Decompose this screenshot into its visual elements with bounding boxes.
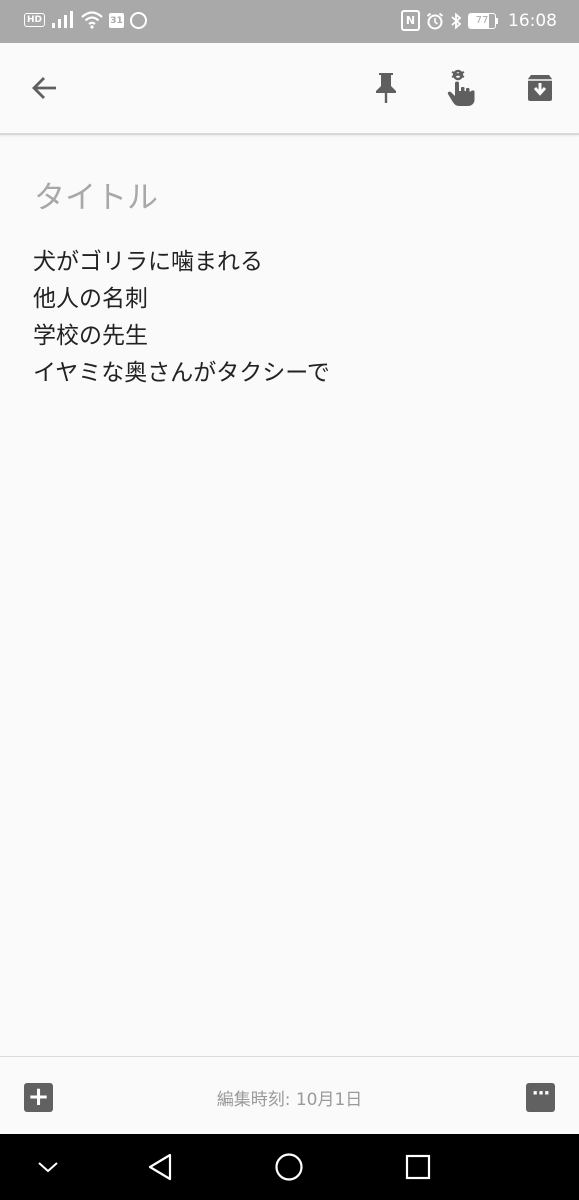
battery-icon: 77 xyxy=(468,12,498,29)
note-bottom-bar: + 編集時刻: 10月1日 ··· xyxy=(0,1056,579,1135)
status-time: 16:08 xyxy=(508,10,557,31)
back-button[interactable] xyxy=(22,65,68,111)
nav-home-button[interactable] xyxy=(271,1149,307,1185)
calendar-icon: 31 xyxy=(109,12,125,28)
wifi-icon xyxy=(81,11,103,29)
note-line: 学校の先生 xyxy=(33,323,148,349)
chevron-down-icon xyxy=(38,1162,58,1173)
bluetooth-icon xyxy=(451,12,462,29)
status-left-icons: HD 31 xyxy=(24,11,148,29)
more-options-button[interactable]: ··· xyxy=(526,1083,555,1112)
note-title-field[interactable]: タイトル xyxy=(34,172,158,217)
nav-back-button[interactable] xyxy=(142,1149,178,1185)
battery-level: 77 xyxy=(475,14,489,26)
note-body-field[interactable]: 犬がゴリラに噛まれる 他人の名刺 学校の先生 イヤミな奥さんがタクシーで xyxy=(33,244,330,392)
archive-icon xyxy=(528,75,552,101)
reminder-hand-icon xyxy=(447,69,475,106)
status-bar: HD 31 N 77 16:08 xyxy=(0,0,579,43)
system-nav-bar xyxy=(0,1134,579,1200)
edited-timestamp: 編集時刻: 10月1日 xyxy=(216,1090,363,1110)
archive-button[interactable] xyxy=(517,65,563,111)
note-line: 犬がゴリラに噛まれる xyxy=(33,249,263,275)
note-line: イヤミな奥さんがタクシーで xyxy=(33,360,330,386)
signal-icon xyxy=(52,11,74,28)
reminder-button[interactable] xyxy=(438,65,484,111)
pin-button[interactable] xyxy=(363,65,409,111)
nav-recent-button[interactable] xyxy=(400,1149,436,1185)
hide-nav-button[interactable] xyxy=(30,1149,66,1185)
alarm-icon xyxy=(426,12,444,29)
square-recent-icon xyxy=(405,1154,431,1180)
hd-icon: HD xyxy=(24,13,46,27)
note-toolbar xyxy=(0,43,579,135)
status-right-icons: N 77 16:08 xyxy=(401,10,557,31)
arrow-left-icon xyxy=(32,77,56,99)
pin-icon xyxy=(376,73,396,103)
triangle-back-icon xyxy=(148,1153,172,1181)
circle-home-icon xyxy=(275,1153,303,1181)
note-line: 他人の名刺 xyxy=(33,286,148,312)
nfc-icon: N xyxy=(401,10,420,31)
sync-circle-icon xyxy=(130,11,148,29)
